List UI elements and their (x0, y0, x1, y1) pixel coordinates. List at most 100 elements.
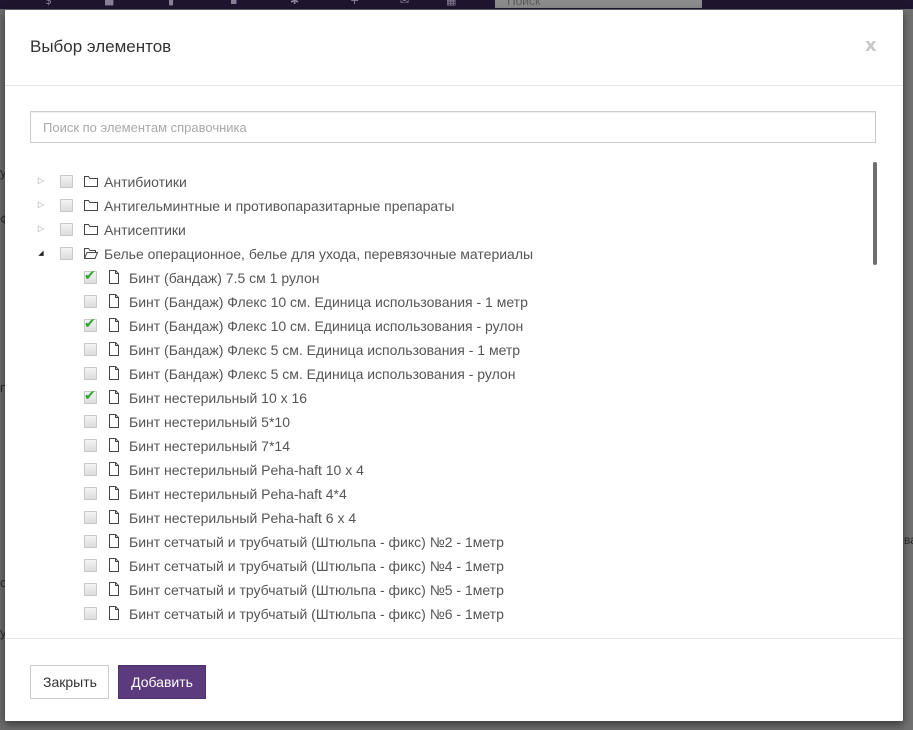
add-button[interactable]: Добавить (118, 665, 206, 699)
bar-chart-icon: ▮ (168, 0, 175, 7)
folder-label: Антисептики (104, 222, 186, 238)
close-button[interactable]: Закрыть (30, 665, 109, 699)
item-checkbox[interactable] (84, 487, 97, 500)
background-text-fragment: ва (904, 533, 913, 547)
file-icon (108, 534, 122, 548)
item-checkbox[interactable] (84, 463, 97, 476)
item-checkbox[interactable]: ✔ (84, 316, 97, 332)
item-label: Бинт нестерильный Peha-haft 4*4 (129, 486, 347, 502)
item-checkbox[interactable] (84, 511, 97, 524)
tree-item-row[interactable]: Бинт сетчатый и трубчатый (Штюльпа - фик… (5, 602, 865, 622)
modal-title: Выбор элементов (30, 37, 172, 56)
item-label: Бинт нестерильный 5*10 (129, 414, 290, 430)
check-icon: ✔ (84, 268, 96, 284)
item-label: Бинт (Бандаж) Флекс 10 см. Единица испол… (129, 318, 524, 334)
search-input[interactable] (30, 111, 876, 143)
dollar-icon: $ (45, 0, 52, 7)
item-checkbox[interactable] (84, 583, 97, 596)
folder-icon (84, 175, 98, 188)
folder-checkbox[interactable] (60, 175, 73, 188)
file-icon (108, 318, 122, 332)
item-label: Бинт нестерильный Peha-haft 6 x 4 (129, 510, 357, 526)
folder-open-icon (83, 247, 99, 260)
triangle-right-icon[interactable]: ▷ (36, 200, 46, 210)
tree-item-row[interactable]: Бинт сетчатый и трубчатый (Штюльпа - фик… (5, 530, 865, 554)
file-icon (108, 390, 122, 404)
triangle-right-icon[interactable]: ▷ (36, 224, 46, 234)
folder-icon (84, 223, 98, 236)
item-checkbox[interactable] (84, 343, 97, 356)
item-checkbox[interactable] (84, 607, 97, 620)
modal-footer: Закрыть Добавить (5, 638, 903, 722)
tree-item-row[interactable]: ✔ Бинт нестерильный 10 х 16 (5, 386, 865, 410)
check-icon: ✔ (84, 388, 96, 404)
tree-item-row[interactable]: Бинт (Бандаж) Флекс 5 см. Единица исполь… (5, 338, 865, 362)
cart-icon: ▪ (230, 0, 238, 7)
briefcase-icon: ■ (104, 0, 115, 7)
item-checkbox[interactable] (84, 367, 97, 380)
item-label: Бинт (Бандаж) Флекс 5 см. Единица исполь… (129, 342, 521, 358)
triangle-right-icon[interactable]: ▷ (36, 176, 46, 186)
item-label: Бинт нестерильный Peha-haft 10 x 4 (129, 462, 364, 478)
folder-checkbox[interactable] (60, 223, 73, 236)
triangle-down-icon[interactable]: ◢ (36, 248, 46, 258)
tree-item-row[interactable]: Бинт нестерильный 7*14 (5, 434, 865, 458)
close-icon[interactable]: x (865, 35, 877, 56)
item-label: Бинт нестерильный 7*14 (129, 438, 290, 454)
file-icon (108, 438, 122, 452)
folder-label: Антибиотики (104, 174, 187, 190)
folder-checkbox[interactable] (60, 247, 73, 260)
calendar-icon: ▦ (446, 0, 457, 7)
tree-view: ▷ Антибиотики ▷ Антигельминтные и противопа… (5, 160, 885, 622)
file-icon (108, 558, 122, 572)
tree-item-row[interactable]: Бинт нестерильный Peha-haft 10 x 4 (5, 458, 865, 482)
item-checkbox[interactable] (84, 295, 97, 308)
file-icon (108, 342, 122, 356)
check-icon: ✔ (84, 316, 96, 332)
file-icon (108, 414, 122, 428)
folder-checkbox[interactable] (60, 199, 73, 212)
scrollbar-thumb[interactable] (873, 162, 877, 265)
envelope-icon: ✉ (400, 0, 410, 7)
item-checkbox[interactable]: ✔ (84, 268, 97, 284)
file-icon (108, 462, 122, 476)
tree-folder-row[interactable]: ▷ Антигельминтные и противопаразитарные п… (5, 194, 865, 218)
file-icon (108, 486, 122, 500)
file-icon (108, 294, 122, 308)
item-label: Бинт (Бандаж) Флекс 10 см. Единица испол… (129, 294, 528, 310)
item-label: Бинт (Бандаж) Флекс 5 см. Единица исполь… (129, 366, 516, 382)
folder-label: Антигельминтные и противопаразитарные пр… (104, 198, 455, 214)
tree-item-row[interactable]: Бинт нестерильный 5*10 (5, 410, 865, 434)
background-right-strip (904, 9, 913, 730)
tree-item-row[interactable]: Бинт (Бандаж) Флекс 5 см. Единица исполь… (5, 362, 865, 386)
tree-folder-row[interactable]: ◢ Белье операционное, белье для ухода, пе… (5, 242, 865, 266)
plus-icon: + (350, 0, 360, 7)
item-checkbox[interactable] (84, 415, 97, 428)
tree-item-row[interactable]: Бинт нестерильный Peha-haft 6 x 4 (5, 506, 865, 530)
item-label: Бинт сетчатый и трубчатый (Штюльпа - фик… (129, 558, 504, 574)
item-label: Бинт сетчатый и трубчатый (Штюльпа - фик… (129, 534, 504, 550)
item-label: Бинт сетчатый и трубчатый (Штюльпа - фик… (129, 582, 504, 598)
item-checkbox[interactable] (84, 439, 97, 452)
file-icon (108, 582, 122, 596)
item-label: Бинт нестерильный 10 х 16 (129, 390, 308, 406)
file-icon (108, 510, 122, 524)
tree-folder-row[interactable]: ▷ Антисептики (5, 218, 865, 242)
item-checkbox[interactable] (84, 535, 97, 548)
tree-item-row[interactable]: Бинт нестерильный Peha-haft 4*4 (5, 482, 865, 506)
tree-item-row[interactable]: Бинт сетчатый и трубчатый (Штюльпа - фик… (5, 554, 865, 578)
tree-item-row[interactable]: ✔ Бинт (Бандаж) Флекс 10 см. Единица испо… (5, 314, 865, 338)
file-icon (108, 606, 122, 620)
item-label: Бинт (бандаж) 7.5 см 1 рулон (129, 270, 320, 286)
item-checkbox[interactable] (84, 559, 97, 572)
file-icon (108, 270, 122, 284)
item-label: Бинт сетчатый и трубчатый (Штюльпа - фик… (129, 606, 504, 622)
folder-label: Белье операционное, белье для ухода, пер… (104, 246, 534, 262)
tree-folder-row[interactable]: ▷ Антибиотики (5, 170, 865, 194)
tree-item-row[interactable]: ✔ Бинт (бандаж) 7.5 см 1 рулон (5, 266, 865, 290)
file-icon (108, 366, 122, 380)
folder-icon (84, 199, 98, 212)
tree-item-row[interactable]: Бинт (Бандаж) Флекс 10 см. Единица испол… (5, 290, 865, 314)
item-checkbox[interactable]: ✔ (84, 388, 97, 404)
tree-item-row[interactable]: Бинт сетчатый и трубчатый (Штюльпа - фик… (5, 578, 865, 602)
